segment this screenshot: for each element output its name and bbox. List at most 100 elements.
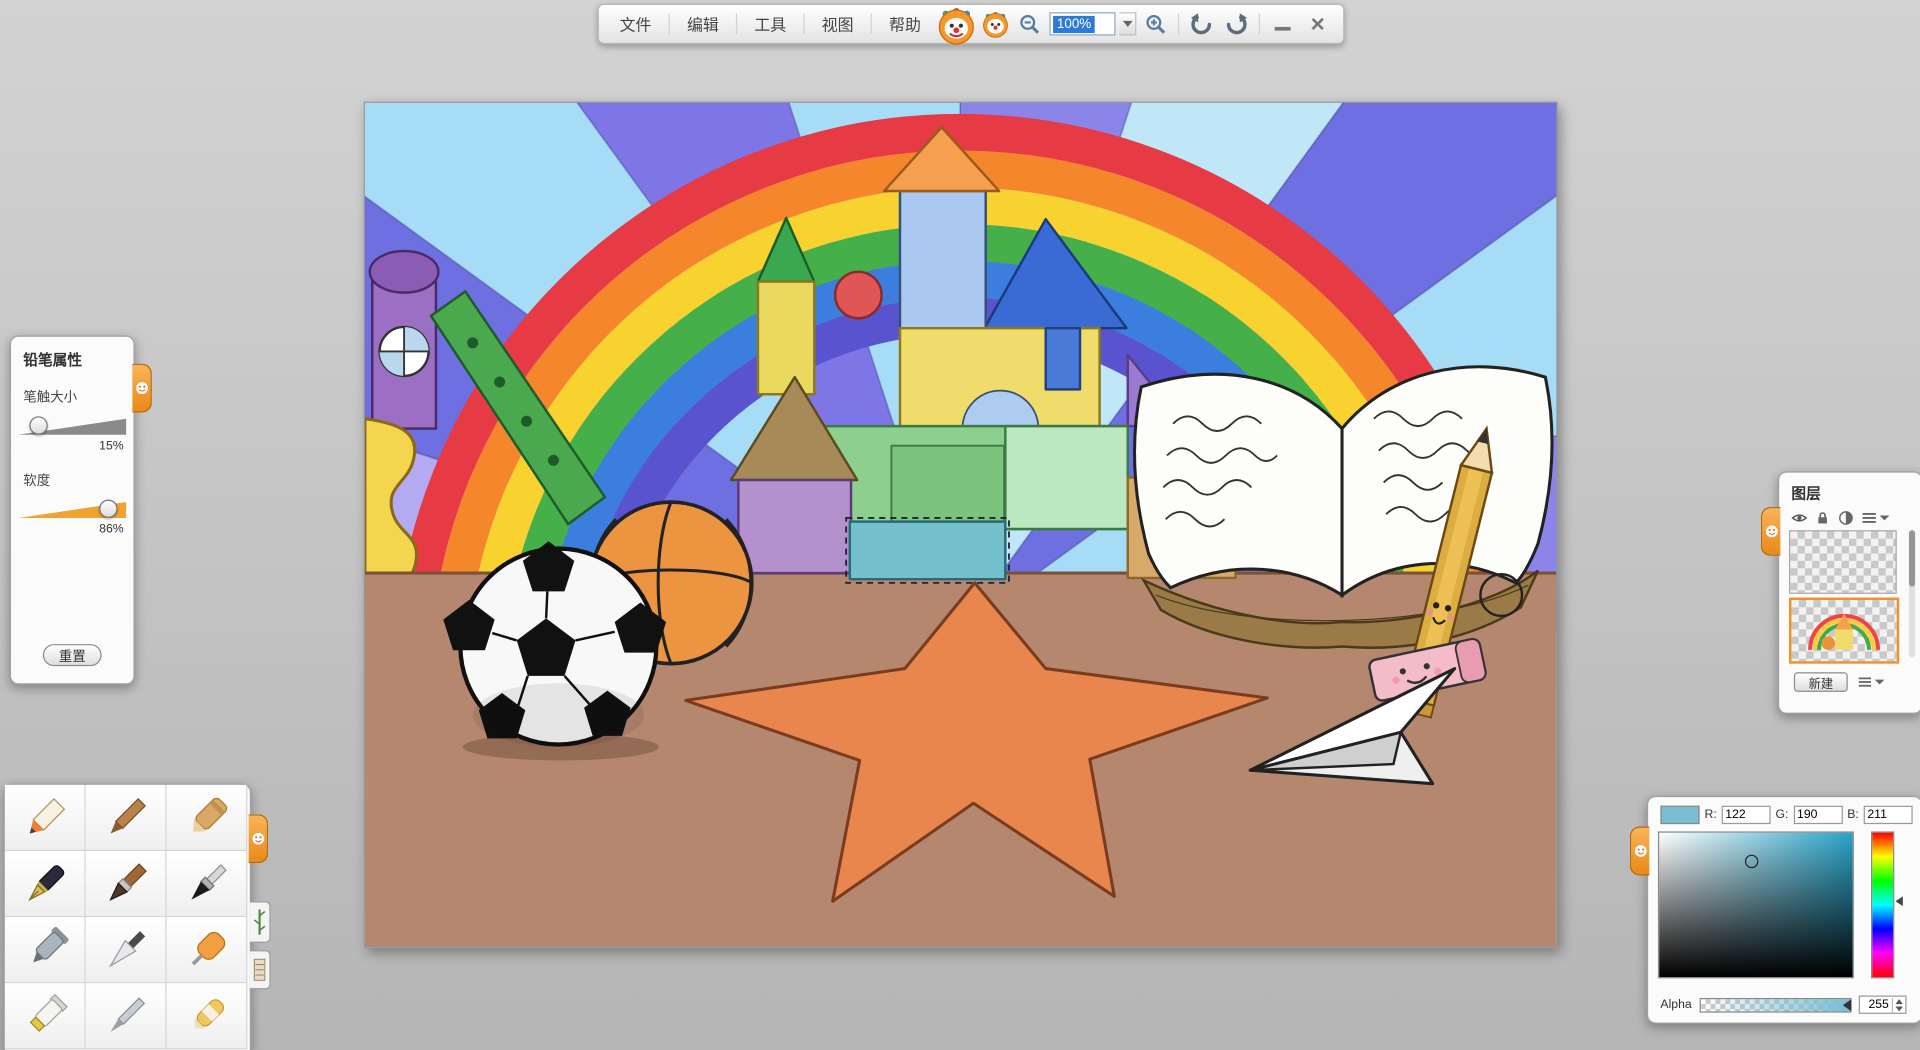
menu-tools[interactable]: 工具 <box>743 7 797 40</box>
bamboo-icon <box>252 906 267 938</box>
brush-tool-paint-brush[interactable] <box>86 851 167 917</box>
zoom-dropdown-button[interactable] <box>1119 12 1136 35</box>
hue-slider-marker[interactable] <box>1896 896 1903 906</box>
rgb-row: R: G: B: <box>1660 806 1912 824</box>
clown-tab-icon <box>1764 524 1779 539</box>
brush-tool-paint-tube[interactable] <box>5 983 86 1049</box>
layer-options-menu[interactable] <box>1861 511 1889 526</box>
reset-button[interactable]: 重置 <box>43 644 102 666</box>
list-icon <box>1858 676 1873 688</box>
layer-item-2-active[interactable] <box>1789 598 1899 664</box>
softness-slider[interactable] <box>18 497 128 521</box>
pencil-panel-title: 铅笔属性 <box>11 337 133 370</box>
plant-stamp-dock[interactable] <box>250 901 271 943</box>
brush-tool-ink-brush[interactable] <box>167 851 248 917</box>
brush-panel-tab[interactable] <box>249 814 269 863</box>
secondary-clown-icon[interactable] <box>981 9 1010 38</box>
app-logo-clown-icon[interactable] <box>936 4 978 46</box>
layer-item-1[interactable] <box>1789 530 1897 594</box>
menu-edit[interactable]: 编辑 <box>676 7 730 40</box>
brush-size-value: 15% <box>11 440 133 453</box>
softness-slider-thumb[interactable] <box>99 500 117 518</box>
layer-blend-toggle[interactable] <box>1838 511 1854 526</box>
clown-tab-icon <box>1633 844 1648 859</box>
top-toolbar: 文件 编辑 工具 视图 帮助 100% <box>598 4 1345 44</box>
separator <box>871 13 872 34</box>
color-picker-panel: R: G: B: Alpha 255 <box>1647 796 1920 1024</box>
texture-stamp-dock[interactable] <box>250 950 271 989</box>
saturation-value-picker[interactable] <box>1658 831 1854 978</box>
menu-file[interactable]: 文件 <box>609 7 663 40</box>
menu-help[interactable]: 帮助 <box>878 7 932 40</box>
separator <box>736 13 737 34</box>
drawing-canvas[interactable] <box>364 102 1558 948</box>
alpha-value: 255 <box>1859 998 1891 1011</box>
color-panel-tab[interactable] <box>1630 827 1650 876</box>
minimize-button[interactable] <box>1266 8 1298 40</box>
red-label: R: <box>1704 808 1716 821</box>
menu-view[interactable]: 视图 <box>811 7 865 40</box>
zoom-out-button[interactable] <box>1014 8 1046 40</box>
layers-panel-title: 图层 <box>1779 473 1920 504</box>
brush-tool-airbrush[interactable] <box>5 917 86 983</box>
pencil-properties-panel: 铅笔属性 笔触大小 15% 软度 86% 重置 <box>10 336 135 685</box>
redo-button[interactable] <box>1221 8 1253 40</box>
separator <box>1178 13 1179 34</box>
green-label: G: <box>1776 808 1789 821</box>
layers-panel-tab[interactable] <box>1761 507 1781 556</box>
layers-toolbar <box>1779 503 1920 530</box>
new-layer-button[interactable]: 新建 <box>1794 672 1848 692</box>
layer-list-menu[interactable] <box>1858 676 1885 688</box>
separator <box>669 13 670 34</box>
brush-tool-sharp-pencil[interactable] <box>5 785 86 851</box>
clown-tab-icon <box>134 381 149 396</box>
hue-slider[interactable] <box>1871 831 1894 978</box>
lock-icon <box>1815 511 1831 526</box>
brush-tool-fountain-pen[interactable] <box>5 851 86 917</box>
brush-size-label: 笔触大小 <box>11 370 133 407</box>
layer-visibility-toggle[interactable] <box>1791 511 1807 526</box>
layers-footer: 新建 <box>1779 667 1920 691</box>
layer-list <box>1779 530 1920 663</box>
blue-input[interactable] <box>1864 806 1913 824</box>
softness-value: 86% <box>11 523 133 536</box>
close-icon: × <box>1310 12 1324 36</box>
undo-button[interactable] <box>1185 8 1217 40</box>
alpha-slider[interactable] <box>1699 997 1851 1012</box>
brush-tool-palette-knife[interactable] <box>86 917 167 983</box>
alpha-row: Alpha 255 <box>1660 996 1906 1014</box>
zoom-level-field[interactable]: 100% <box>1049 12 1115 35</box>
current-color-swatch[interactable] <box>1660 806 1699 824</box>
toy-tower <box>370 251 439 429</box>
sv-picker-marker[interactable] <box>1745 855 1758 868</box>
brush-grid <box>5 785 250 1049</box>
layers-panel: 图层 <box>1778 471 1920 713</box>
alpha-value-field[interactable]: 255 <box>1858 996 1906 1014</box>
green-input[interactable] <box>1793 806 1842 824</box>
chevron-down-icon <box>1875 680 1885 685</box>
separator <box>803 13 804 34</box>
layers-scrollbar[interactable] <box>1909 530 1915 657</box>
artwork <box>365 103 1556 947</box>
layer-artwork-thumbnail <box>1791 600 1896 661</box>
red-input[interactable] <box>1722 806 1771 824</box>
brush-tool-marker[interactable] <box>167 785 248 851</box>
close-button[interactable]: × <box>1302 8 1334 40</box>
pencil-panel-tab[interactable] <box>132 364 152 413</box>
brush-size-slider[interactable] <box>18 414 128 438</box>
chevron-down-icon <box>1880 516 1890 521</box>
zoom-in-button[interactable] <box>1140 8 1172 40</box>
brush-tool-roller[interactable] <box>167 917 248 983</box>
alpha-spinner[interactable] <box>1891 997 1904 1012</box>
texture-icon <box>252 954 267 986</box>
eye-icon <box>1791 511 1807 526</box>
minimize-icon <box>1274 27 1290 31</box>
brush-tool-crayon[interactable] <box>167 983 248 1049</box>
brush-tool-wood-pen[interactable] <box>86 785 167 851</box>
brush-size-slider-thumb[interactable] <box>29 416 47 434</box>
app-window: 文件 编辑 工具 视图 帮助 100% <box>0 0 1920 1050</box>
layer-lock-toggle[interactable] <box>1815 511 1831 526</box>
alpha-slider-marker[interactable] <box>1842 999 1851 1011</box>
brush-tool-metal-pen[interactable] <box>86 983 167 1049</box>
brush-tools-panel <box>4 784 251 1050</box>
